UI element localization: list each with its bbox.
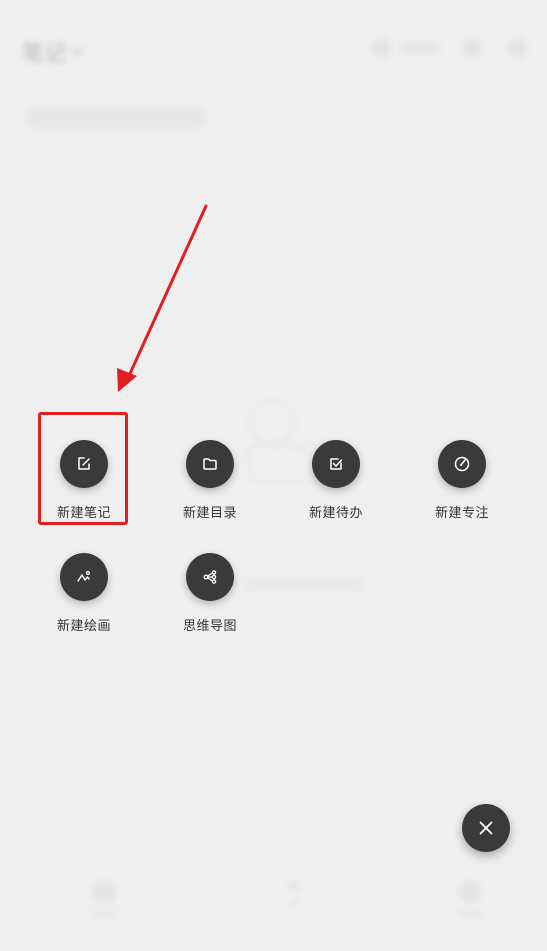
mind-map-circle[interactable] <box>186 553 234 601</box>
folder-icon <box>203 458 217 470</box>
drawing-icon <box>77 570 91 582</box>
checkbox-icon <box>330 458 343 470</box>
close-icon <box>479 821 493 835</box>
new-drawing-label: 新建绘画 <box>56 619 111 634</box>
new-todo-circle[interactable] <box>312 440 360 488</box>
close-button[interactable] <box>462 804 510 852</box>
mind-map-icon <box>203 570 217 584</box>
mind-map-label: 思维导图 <box>182 619 237 634</box>
new-todo-label: 新建待办 <box>308 506 363 521</box>
highlight-box <box>38 412 128 525</box>
new-folder-circle[interactable] <box>186 440 234 488</box>
mind-map-button[interactable]: 思维导图 <box>150 553 270 634</box>
new-folder-button[interactable]: 新建目录 <box>150 440 270 521</box>
new-focus-label: 新建专注 <box>434 506 489 521</box>
timer-icon <box>454 456 470 472</box>
new-drawing-circle[interactable] <box>60 553 108 601</box>
new-todo-button[interactable]: 新建待办 <box>276 440 396 521</box>
new-drawing-button[interactable]: 新建绘画 <box>24 553 144 634</box>
new-focus-button[interactable]: 新建专注 <box>402 440 522 521</box>
new-folder-label: 新建目录 <box>182 506 237 521</box>
new-focus-circle[interactable] <box>438 440 486 488</box>
